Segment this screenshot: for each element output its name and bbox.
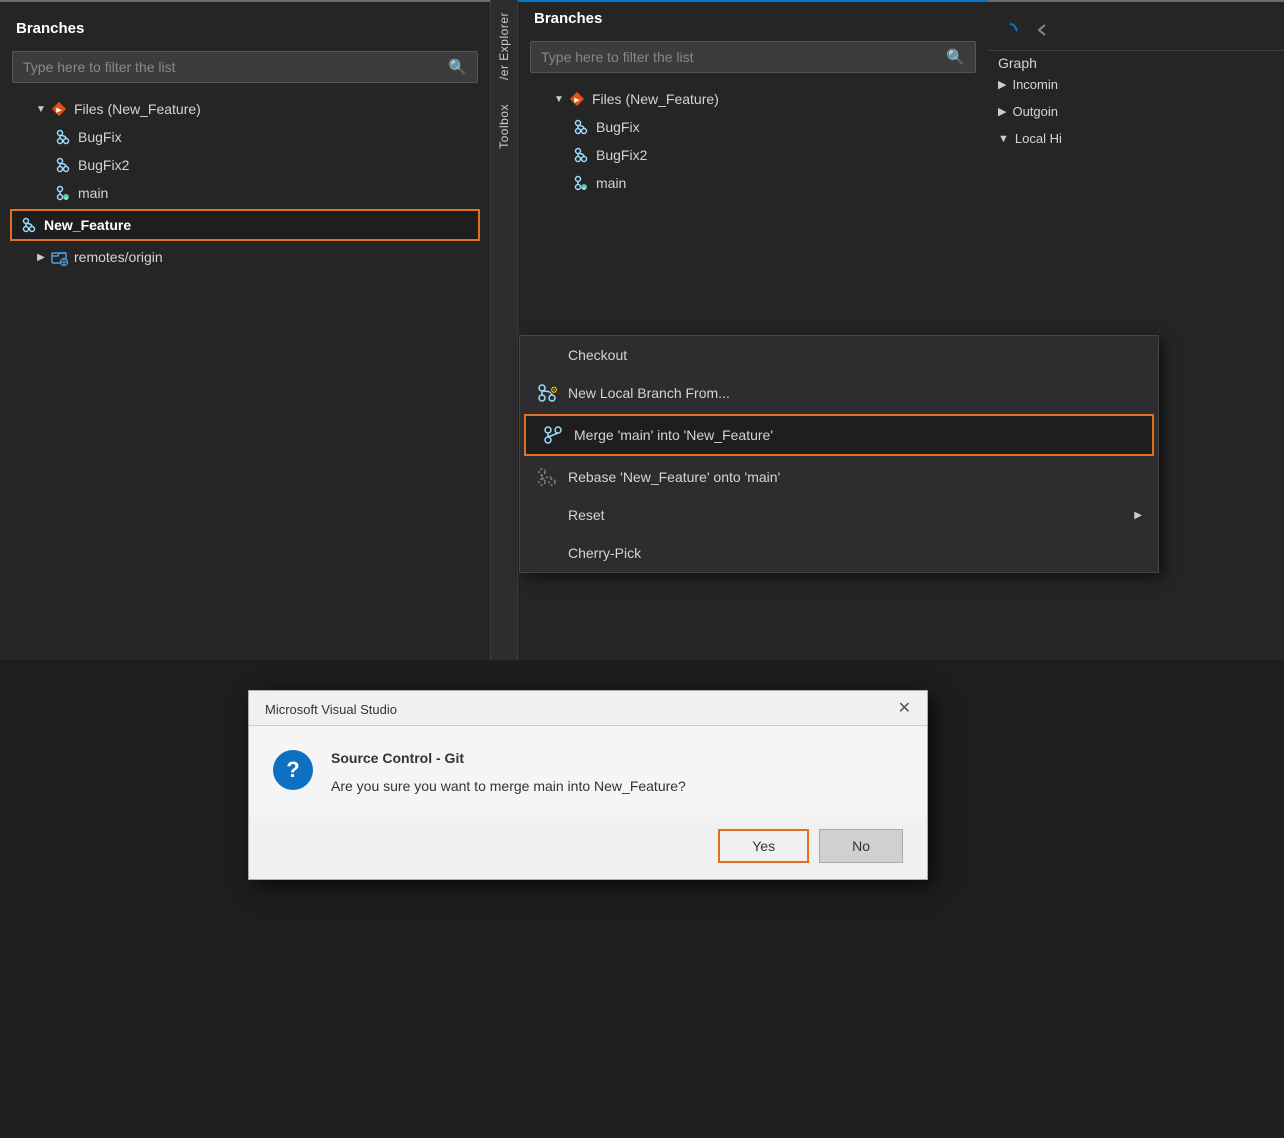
right-bugfix-label: BugFix [596, 119, 640, 135]
context-checkout[interactable]: Checkout [520, 336, 1158, 374]
dialog-titlebar: Microsoft Visual Studio ✕ [249, 691, 927, 726]
branch-icon-bugfix2 [54, 156, 72, 174]
right-search-icon: 🔍 [946, 48, 965, 66]
right-bugfix2-label: BugFix2 [596, 147, 647, 163]
branch-icon-bugfix [54, 128, 72, 146]
vertical-tabs-panel: /er Explorer Toolbox [490, 0, 518, 660]
left-filter-box[interactable]: 🔍 [12, 51, 478, 83]
context-menu: Checkout ⚙ New Local Branch From... [519, 335, 1159, 573]
back-button[interactable] [1028, 16, 1056, 44]
right-bugfix2-item[interactable]: BugFix2 [522, 141, 984, 169]
context-cherrypick[interactable]: Cherry-Pick [520, 534, 1158, 572]
left-new-feature-item[interactable]: New_Feature [10, 209, 480, 241]
left-files-arrow: ▼ [34, 102, 48, 116]
reset-icon [536, 504, 558, 526]
cherrypick-icon [536, 542, 558, 564]
right-bugfix-item[interactable]: BugFix [522, 113, 984, 141]
right-search-input[interactable] [541, 49, 942, 65]
outgoing-arrow: ▶ [998, 105, 1006, 118]
left-bugfix-item[interactable]: BugFix [4, 123, 486, 151]
dialog-app-name: Source Control - Git [331, 750, 903, 766]
right-main-item[interactable]: + main [522, 169, 984, 197]
left-remotes-item[interactable]: ▶ remotes/origin [4, 243, 486, 271]
context-merge-label: Merge 'main' into 'New_Feature' [574, 427, 773, 443]
context-reset-label: Reset [568, 507, 605, 523]
remote-folder-icon [50, 248, 68, 266]
right-panel-title: Branches [518, 2, 988, 37]
branch-icon-new-feature [20, 216, 38, 234]
svg-text:▶: ▶ [574, 97, 580, 104]
branch-icon-main: + [54, 184, 72, 202]
left-bugfix-label: BugFix [78, 129, 122, 145]
right-files-arrow: ▼ [552, 92, 566, 106]
dialog-body: ? Source Control - Git Are you sure you … [249, 726, 927, 817]
left-files-node[interactable]: ▼ ▶ Files (New_Feature) [4, 95, 486, 123]
incoming-section[interactable]: ▶ Incomin [988, 71, 1284, 98]
dialog-message: Are you sure you want to merge main into… [331, 776, 903, 797]
left-main-label: main [78, 185, 108, 201]
context-cherrypick-label: Cherry-Pick [568, 545, 641, 561]
checkout-icon [536, 344, 558, 366]
right-branch-icon-bugfix2 [572, 146, 590, 164]
dialog-close-button[interactable]: ✕ [898, 701, 911, 717]
right-branch-icon-bugfix [572, 118, 590, 136]
incoming-label: Incomin [1012, 77, 1058, 92]
graph-label: Graph [988, 51, 1284, 71]
left-tree: ▼ ▶ Files (New_Feature) [0, 95, 490, 271]
right-files-label: Files (New_Feature) [592, 91, 719, 107]
left-remotes-label: remotes/origin [74, 249, 163, 265]
context-rebase-label: Rebase 'New_Feature' onto 'main' [568, 469, 780, 485]
refresh-button[interactable] [996, 16, 1024, 44]
context-new-branch-label: New Local Branch From... [568, 385, 730, 401]
left-main-item[interactable]: + main [4, 179, 486, 207]
outgoing-label: Outgoin [1012, 104, 1058, 119]
reset-submenu-arrow: ▶ [1134, 510, 1142, 521]
right-files-node[interactable]: ▼ ▶ Files (New_Feature) [522, 85, 984, 113]
dialog-box: Microsoft Visual Studio ✕ ? Source Contr… [248, 690, 928, 880]
localhi-label: Local Hi [1015, 131, 1062, 146]
right-branch-icon-main: + [572, 174, 590, 192]
context-reset[interactable]: Reset ▶ [520, 496, 1158, 534]
right-main-label: main [596, 175, 626, 191]
right-diamond-icon: ▶ [568, 90, 586, 108]
merge-icon [542, 424, 564, 446]
left-search-icon: 🔍 [448, 58, 467, 76]
left-bugfix2-item[interactable]: BugFix2 [4, 151, 486, 179]
left-branches-panel: Branches 🔍 ▼ ▶ Files (New_Feature) [0, 0, 490, 660]
no-button[interactable]: No [819, 829, 903, 863]
dialog-question-icon: ? [273, 750, 313, 790]
rebase-icon [536, 466, 558, 488]
dialog-content: Source Control - Git Are you sure you wa… [331, 750, 903, 797]
left-search-input[interactable] [23, 59, 444, 75]
svg-text:⚙: ⚙ [550, 385, 557, 395]
left-bugfix2-label: BugFix2 [78, 157, 129, 173]
svg-text:+: + [582, 186, 586, 193]
context-checkout-label: Checkout [568, 347, 627, 363]
left-new-feature-label: New_Feature [44, 217, 131, 233]
dialog-buttons: Yes No [249, 817, 927, 879]
left-panel-title: Branches [0, 12, 490, 47]
yes-button[interactable]: Yes [718, 829, 809, 863]
left-remotes-arrow: ▶ [34, 250, 48, 264]
right-filter-box[interactable]: 🔍 [530, 41, 976, 73]
new-branch-icon: ⚙ [536, 382, 558, 404]
localhi-section[interactable]: ▼ Local Hi [988, 125, 1284, 152]
tab-er-explorer[interactable]: /er Explorer [495, 0, 513, 92]
context-rebase[interactable]: Rebase 'New_Feature' onto 'main' [520, 458, 1158, 496]
right-tree: ▼ ▶ Files (New_Feature) [518, 85, 988, 197]
context-merge[interactable]: Merge 'main' into 'New_Feature' [524, 414, 1154, 456]
diamond-icon: ▶ [50, 100, 68, 118]
localhi-arrow: ▼ [998, 133, 1009, 145]
svg-text:▶: ▶ [56, 107, 62, 114]
context-new-branch[interactable]: ⚙ New Local Branch From... [520, 374, 1158, 412]
left-files-label: Files (New_Feature) [74, 101, 201, 117]
tab-toolbox[interactable]: Toolbox [495, 92, 513, 161]
dialog-title-text: Microsoft Visual Studio [265, 702, 397, 717]
svg-text:+: + [64, 196, 68, 203]
outgoing-section[interactable]: ▶ Outgoin [988, 98, 1284, 125]
incoming-arrow: ▶ [998, 78, 1006, 91]
